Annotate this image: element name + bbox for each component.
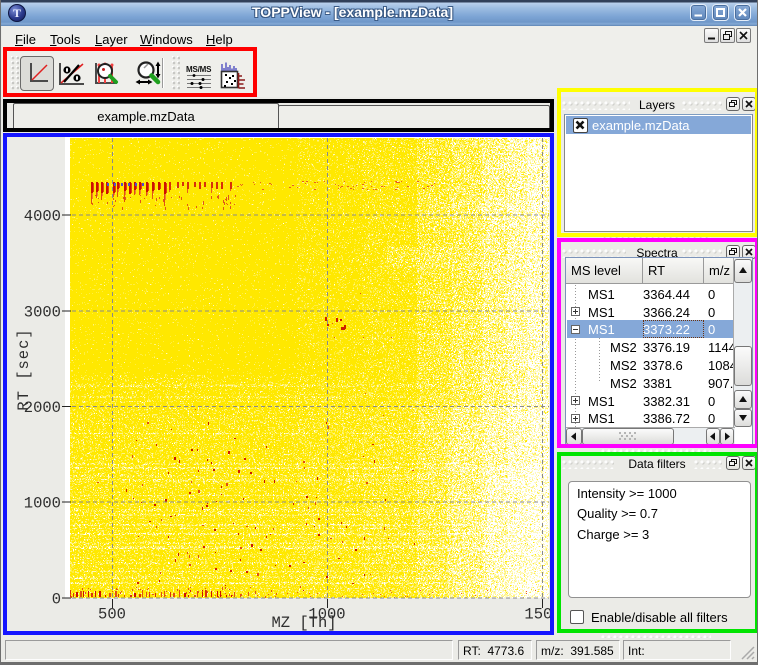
svg-text:MS/MS: MS/MS <box>186 65 212 74</box>
svg-text:1000: 1000 <box>24 495 61 513</box>
svg-text:3000: 3000 <box>24 304 61 322</box>
svg-text:4000: 4000 <box>24 208 61 226</box>
svg-text:1500: 1500 <box>524 606 550 624</box>
svg-text:0: 0 <box>52 591 61 609</box>
svg-text:MZ [Th]: MZ [Th] <box>271 614 336 631</box>
svg-text:500: 500 <box>98 606 126 624</box>
svg-text:RT [sec]: RT [sec] <box>15 328 33 410</box>
